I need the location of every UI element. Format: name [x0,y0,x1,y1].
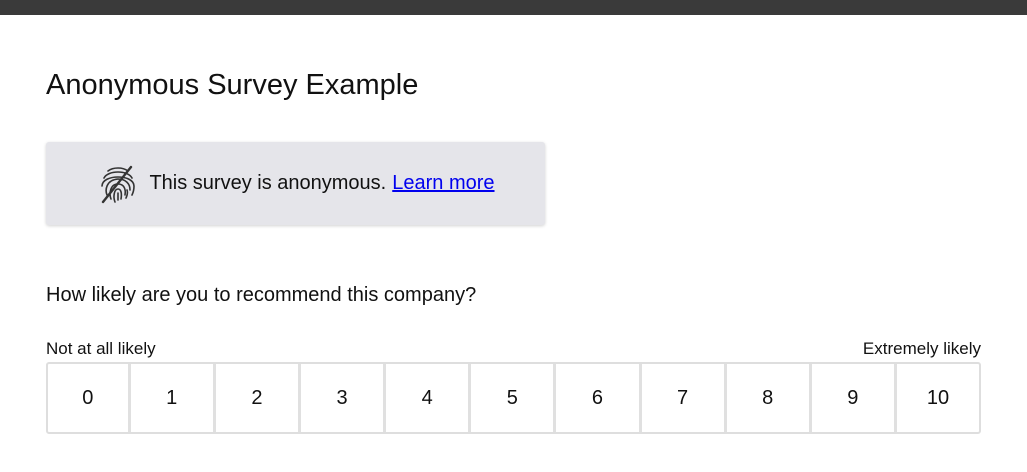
scale-option-1[interactable]: 1 [131,364,216,432]
scale-min-label: Not at all likely [46,339,156,358]
top-bar [0,0,1027,15]
scale-option-7[interactable]: 7 [642,364,727,432]
scale-option-2[interactable]: 2 [216,364,301,432]
learn-more-link[interactable]: Learn more [392,172,494,195]
fingerprint-slash-icon [96,162,140,206]
scale-option-9[interactable]: 9 [812,364,897,432]
scale-option-5[interactable]: 5 [471,364,557,432]
notice-text: This survey is anonymous. [149,172,387,194]
scale-max-label: Extremely likely [862,339,981,358]
scale-option-6[interactable]: 6 [556,364,642,432]
scale-option-0[interactable]: 0 [48,364,131,432]
page-title: Anonymous Survey Example [46,69,419,101]
scale-option-4[interactable]: 4 [386,364,472,432]
question-text: How likely are you to recommend this com… [46,284,477,306]
nps-scale: 0 1 2 3 4 5 6 7 8 9 10 [46,362,981,434]
scale-option-10[interactable]: 10 [897,364,979,432]
anonymous-notice: This survey is anonymous. Learn more [46,142,545,225]
scale-option-8[interactable]: 8 [727,364,812,432]
scale-option-3[interactable]: 3 [301,364,387,432]
